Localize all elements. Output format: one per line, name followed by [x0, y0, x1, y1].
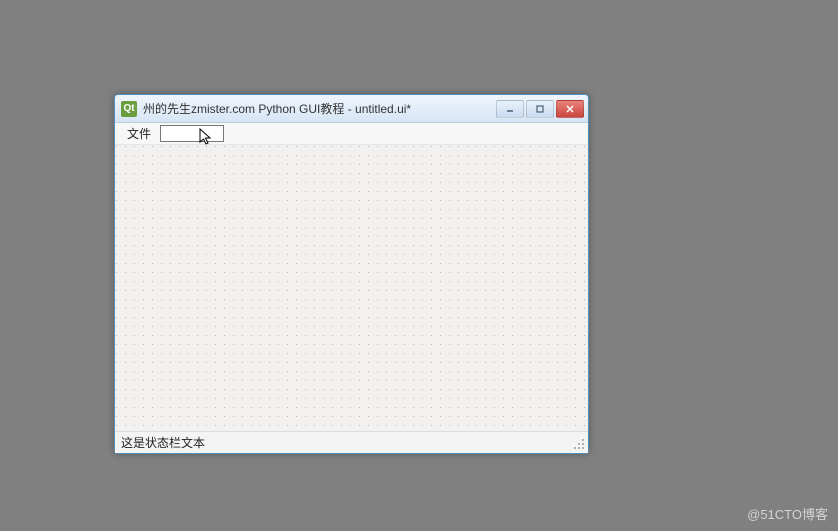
close-icon: [565, 104, 575, 114]
minimize-icon: [505, 104, 515, 114]
app-window: Qt 州的先生zmister.com Python GUI教程 - untitl…: [114, 94, 589, 454]
form-design-canvas[interactable]: [115, 145, 588, 431]
size-grip-icon[interactable]: [572, 437, 586, 451]
menu-edit-placeholder[interactable]: [160, 125, 224, 142]
maximize-icon: [535, 104, 545, 114]
menubar: 文件: [115, 123, 588, 145]
statusbar-text: 这是状态栏文本: [121, 434, 205, 451]
window-title: 州的先生zmister.com Python GUI教程 - untitled.…: [143, 100, 496, 117]
window-controls: [496, 100, 584, 118]
close-button[interactable]: [556, 100, 584, 118]
watermark: @51CTO博客: [747, 504, 828, 523]
minimize-button[interactable]: [496, 100, 524, 118]
statusbar: 这是状态栏文本: [115, 431, 588, 453]
maximize-button[interactable]: [526, 100, 554, 118]
app-icon: Qt: [121, 101, 137, 117]
menu-file[interactable]: 文件: [119, 123, 159, 144]
titlebar[interactable]: Qt 州的先生zmister.com Python GUI教程 - untitl…: [115, 95, 588, 123]
